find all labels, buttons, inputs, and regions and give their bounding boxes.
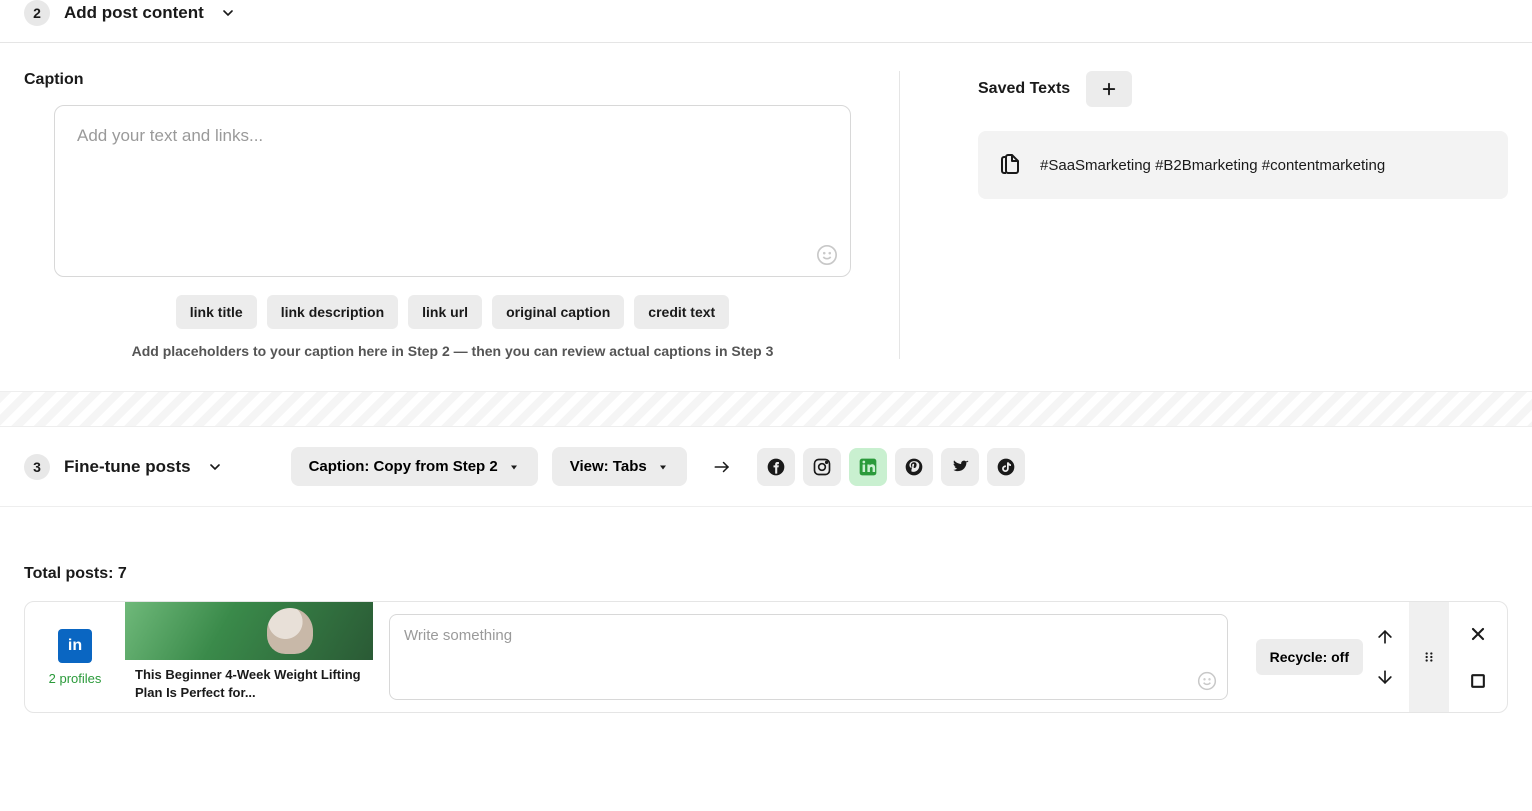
caret-down-icon — [508, 461, 520, 473]
preview-title: This Beginner 4-Week Weight Lifting Plan… — [125, 660, 373, 707]
preview-image — [125, 602, 373, 660]
view-mode-label: View: Tabs — [570, 458, 647, 475]
facebook-tab[interactable] — [757, 448, 795, 486]
arrow-up-icon — [1375, 627, 1395, 647]
caret-down-icon — [657, 461, 669, 473]
step2-title: Add post content — [64, 3, 204, 23]
remove-post-button[interactable] — [1466, 622, 1490, 646]
plus-icon — [1100, 80, 1118, 98]
caption-input[interactable] — [77, 126, 828, 236]
tiktok-icon — [996, 457, 1016, 477]
saved-texts-label: Saved Texts — [978, 80, 1070, 98]
placeholder-link-description-button[interactable]: link description — [267, 295, 398, 329]
expand-post-button[interactable] — [1466, 669, 1490, 693]
post-network-column: in 2 profiles — [25, 602, 125, 712]
linkedin-icon — [858, 457, 878, 477]
caption-label: Caption — [24, 71, 851, 89]
step2-header[interactable]: 2 Add post content — [0, 0, 1532, 42]
pinterest-icon — [904, 457, 924, 477]
linkedin-tab[interactable] — [849, 448, 887, 486]
caption-source-select[interactable]: Caption: Copy from Step 2 — [291, 447, 538, 486]
placeholder-credit-text-button[interactable]: credit text — [634, 295, 729, 329]
chevron-down-icon[interactable] — [207, 459, 223, 475]
drag-icon — [1422, 647, 1436, 667]
close-icon — [1468, 624, 1488, 644]
copy-icon[interactable] — [998, 153, 1022, 177]
instagram-icon — [812, 457, 832, 477]
twitter-icon — [950, 457, 970, 477]
step2-badge: 2 — [24, 0, 50, 26]
emoji-icon[interactable] — [816, 244, 838, 266]
vertical-divider — [899, 71, 900, 359]
step3-title: Fine-tune posts — [64, 457, 191, 477]
chevron-down-icon — [220, 5, 236, 21]
instagram-tab[interactable] — [803, 448, 841, 486]
placeholder-original-caption-button[interactable]: original caption — [492, 295, 624, 329]
drag-handle[interactable] — [1409, 602, 1449, 712]
placeholder-hint: Add placeholders to your caption here in… — [54, 343, 851, 359]
recycle-toggle[interactable]: Recycle: off — [1256, 639, 1363, 675]
placeholder-link-url-button[interactable]: link url — [408, 295, 482, 329]
facebook-icon — [766, 457, 786, 477]
saved-text-content: #SaaSmarketing #B2Bmarketing #contentmar… — [1040, 157, 1385, 174]
post-card: in 2 profiles This Beginner 4-Week Weigh… — [24, 601, 1508, 713]
move-up-button[interactable] — [1373, 625, 1397, 649]
caption-source-label: Caption: Copy from Step 2 — [309, 458, 498, 475]
saved-text-item[interactable]: #SaaSmarketing #B2Bmarketing #contentmar… — [978, 131, 1508, 199]
step3-header: 3 Fine-tune posts Caption: Copy from Ste… — [0, 427, 1532, 506]
arrow-down-icon — [1375, 667, 1395, 687]
add-saved-text-button[interactable] — [1086, 71, 1132, 107]
placeholder-link-title-button[interactable]: link title — [176, 295, 257, 329]
move-down-button[interactable] — [1373, 665, 1397, 689]
step3-badge: 3 — [24, 454, 50, 480]
profile-count[interactable]: 2 profiles — [49, 671, 102, 686]
post-text-input[interactable] — [404, 627, 1213, 644]
view-mode-select[interactable]: View: Tabs — [552, 447, 687, 486]
pinterest-tab[interactable] — [895, 448, 933, 486]
total-posts-label: Total posts: 7 — [24, 517, 1508, 601]
emoji-icon[interactable] — [1197, 671, 1217, 691]
section-divider-stripe — [0, 391, 1532, 427]
tiktok-tab[interactable] — [987, 448, 1025, 486]
arrow-right-icon — [709, 458, 735, 476]
twitter-tab[interactable] — [941, 448, 979, 486]
post-preview[interactable]: This Beginner 4-Week Weight Lifting Plan… — [125, 602, 373, 712]
caption-textbox-wrap — [54, 105, 851, 277]
post-text-box — [389, 614, 1228, 700]
square-icon — [1468, 671, 1488, 691]
linkedin-icon: in — [58, 629, 92, 663]
